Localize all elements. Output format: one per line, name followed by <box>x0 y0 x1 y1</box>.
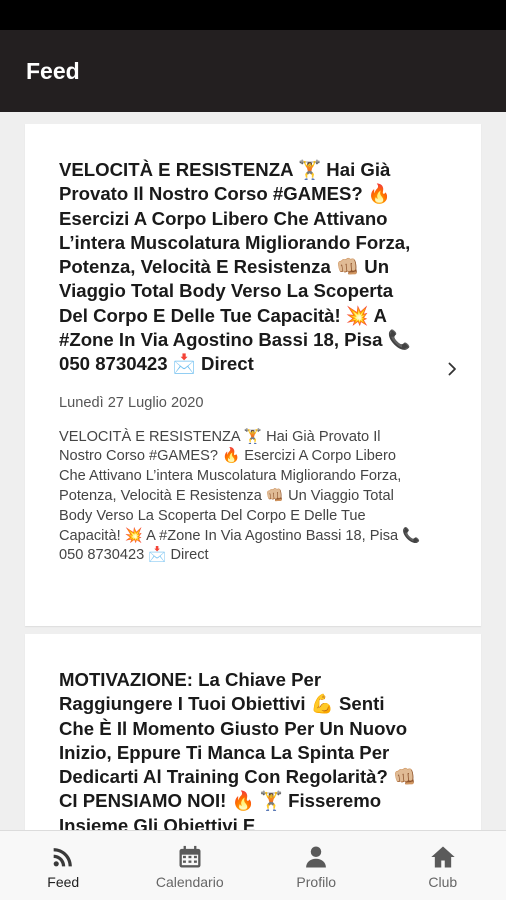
person-icon <box>306 846 327 868</box>
nav-label-calendario: Calendario <box>155 874 224 890</box>
feed-card[interactable]: MOTIVAZIONE: La Chiave Per Raggiungere I… <box>25 634 481 830</box>
nav-label-profilo: Profilo <box>296 874 337 890</box>
status-bar <box>0 0 506 30</box>
rss-feed-icon <box>53 848 73 867</box>
feed-card[interactable]: VELOCITÀ E RESISTENZA 🏋️ Hai Già Provato… <box>25 124 481 626</box>
feed-list[interactable]: VELOCITÀ E RESISTENZA 🏋️ Hai Già Provato… <box>0 112 506 830</box>
nav-item-calendario[interactable]: Calendario <box>127 831 254 900</box>
nav-label-club: Club <box>428 874 458 890</box>
nav-label-feed: Feed <box>47 874 80 890</box>
post-title: MOTIVAZIONE: La Chiave Per Raggiungere I… <box>59 669 417 830</box>
app-bar: Feed <box>0 30 506 112</box>
calendar-icon <box>179 845 201 868</box>
chevron-right-icon[interactable] <box>443 360 461 378</box>
post-title: VELOCITÀ E RESISTENZA 🏋️ Hai Già Provato… <box>59 159 411 375</box>
post-date: Lunedì 27 Luglio 2020 <box>59 394 204 411</box>
nav-item-profilo[interactable]: Profilo <box>253 831 380 900</box>
nav-item-club[interactable]: Club <box>380 831 506 900</box>
home-icon <box>431 846 455 868</box>
page-title: Feed <box>26 57 80 84</box>
bottom-navigation: Feed Calendario Profilo Club <box>0 830 506 900</box>
post-description: VELOCITÀ E RESISTENZA 🏋️ Hai Già Provato… <box>59 428 421 564</box>
nav-item-feed[interactable]: Feed <box>0 831 127 900</box>
